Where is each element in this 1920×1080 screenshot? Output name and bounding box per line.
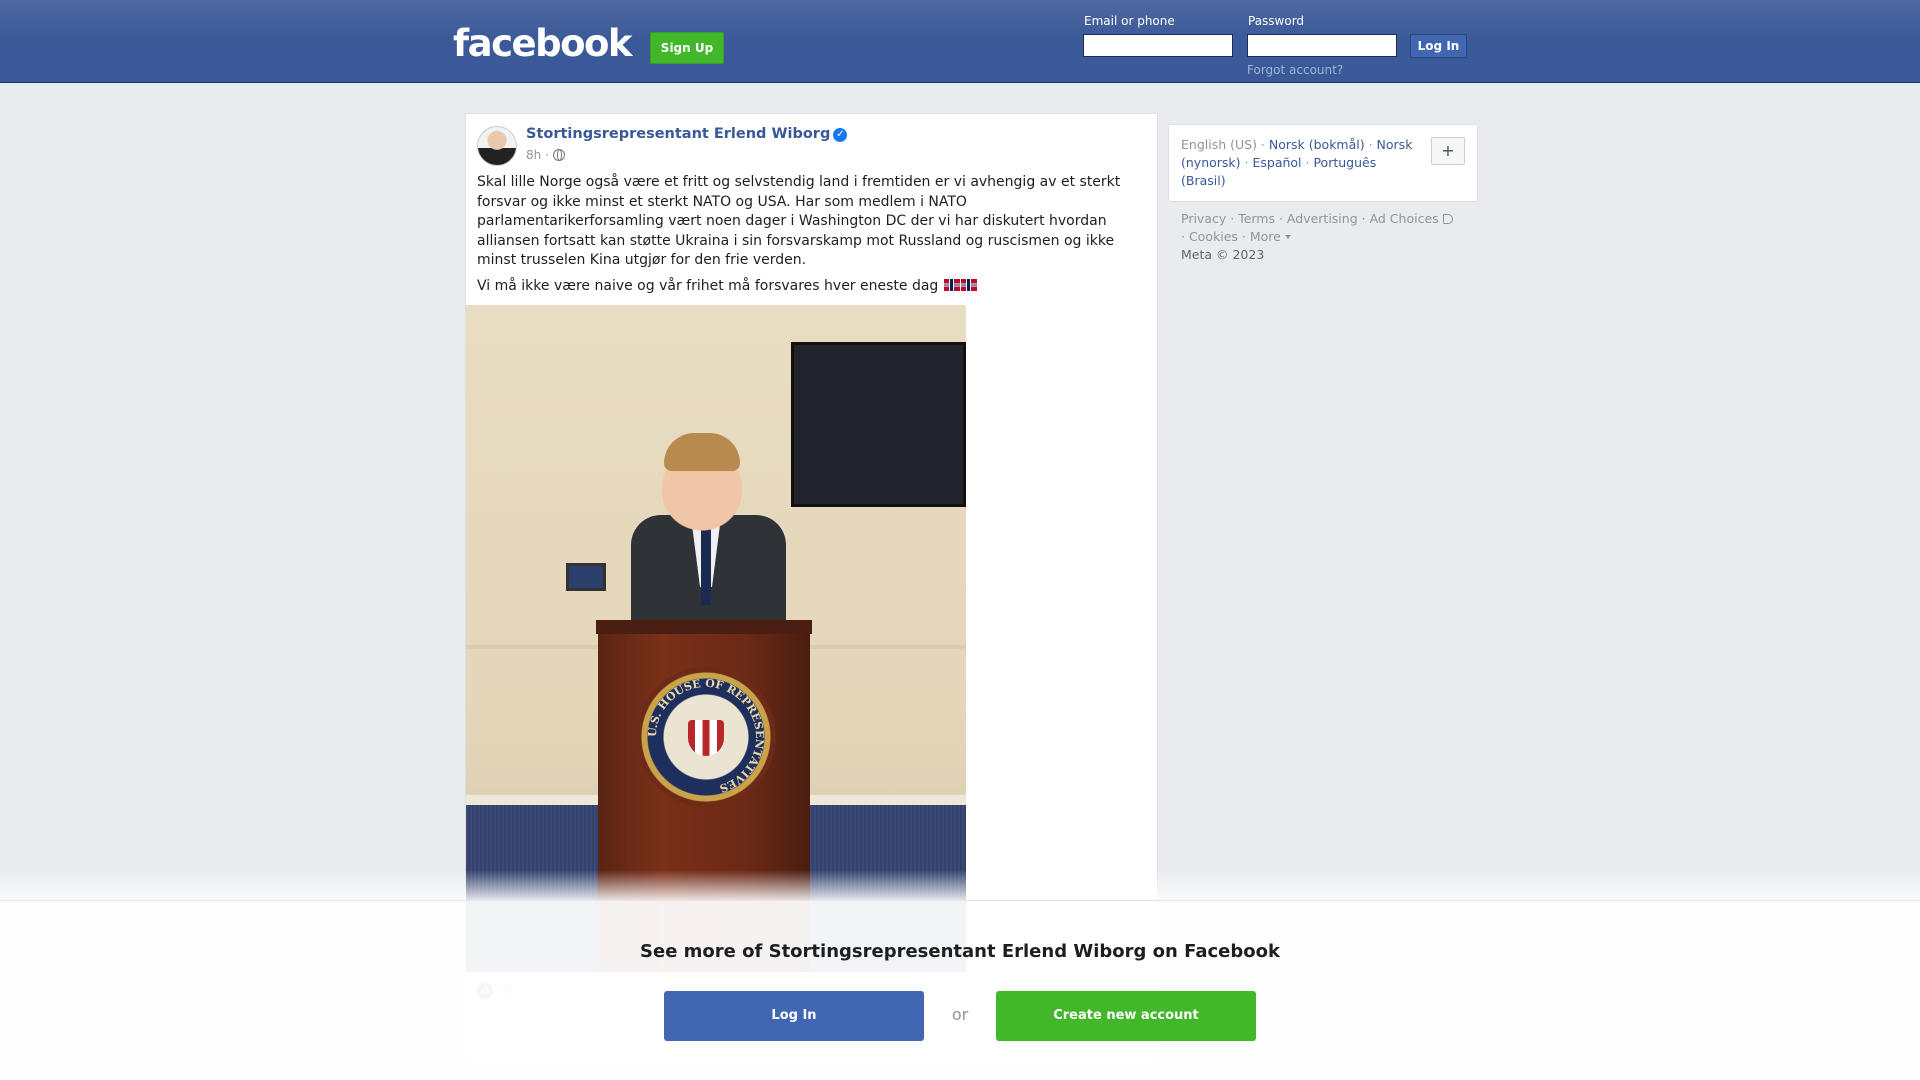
photo-person-tie [701,525,711,605]
photo-person-hair [664,433,740,471]
post-text: Skal lille Norge også være et fritt og s… [477,173,1147,302]
photo-wall-panel [566,563,606,591]
language-link-norsk-bokmal[interactable]: Norsk (bokmål) [1269,137,1365,152]
language-selector: English (US) · Norsk (bokmål) · Norsk (n… [1168,124,1478,202]
language-current: English (US) [1181,137,1257,152]
more-languages-button[interactable]: + [1431,137,1465,165]
ad-choices-label[interactable]: Ad Choices [1370,211,1439,226]
forgot-account-link[interactable]: Forgot account? [1247,63,1343,77]
photo-tv-screen [791,342,966,507]
separator: · [1357,211,1370,226]
post-paragraph-2-text: Vi må ikke være naive og vår frihet må f… [477,277,939,294]
separator: · [1301,155,1314,170]
post-meta: 8h · [526,148,565,162]
separator: · [1256,137,1269,152]
overlay-title: See more of Stortingsrepresentant Erlend… [640,941,1280,962]
footer-terms-link[interactable]: Terms [1238,211,1275,226]
overlay-or-text: or [951,1005,969,1024]
post-author-name[interactable]: Stortingsrepresentant Erlend Wiborg [526,126,830,142]
norway-flag-icon [960,278,977,291]
footer-links: Privacy · Terms · Advertising · Ad Choic… [1181,210,1481,264]
language-link-espanol[interactable]: Español [1252,155,1301,170]
norway-flag-icon [943,278,960,291]
meta-separator: · [545,148,553,162]
facebook-logo[interactable]: facebook [453,22,633,65]
post-author[interactable]: Stortingsrepresentant Erlend Wiborg ✓ [526,126,848,142]
more-label[interactable]: More [1250,229,1281,244]
signup-button[interactable]: Sign Up [650,32,724,64]
email-label: Email or phone [1084,14,1175,28]
footer-more-link[interactable]: More [1250,229,1291,244]
language-list: English (US) · Norsk (bokmål) · Norsk (n… [1181,136,1421,190]
globe-icon [552,149,565,161]
footer-privacy-link[interactable]: Privacy [1181,211,1226,226]
overlay-fade [0,870,1920,900]
separator: · [1240,155,1253,170]
post-paragraph-1: Skal lille Norge også være et fritt og s… [477,174,1121,268]
caret-down-icon [1284,235,1291,239]
footer-ad-choices-link[interactable]: Ad Choices [1370,211,1453,226]
email-field[interactable] [1083,34,1233,57]
top-bar: facebook Sign Up Email or phone Password… [0,0,1920,83]
login-prompt-overlay: See more of Stortingsrepresentant Erlend… [0,900,1920,1080]
photo-podium-top [596,620,812,634]
footer-advertising-link[interactable]: Advertising [1287,211,1358,226]
overlay-login-button[interactable]: Log In [664,991,924,1041]
password-field[interactable] [1247,34,1397,57]
copyright: Meta © 2023 [1181,247,1265,262]
eagle-shield-icon [688,720,724,756]
separator: · [1237,229,1250,244]
footer-links-row: Privacy · Terms · Advertising · Ad Choic… [1181,210,1481,246]
post-time[interactable]: 8h [526,148,541,162]
avatar[interactable] [477,126,517,166]
post-paragraph-2: Vi må ikke være naive og vår frihet må f… [477,277,1147,297]
separator: · [1226,211,1239,226]
ad-choices-icon [1442,214,1453,224]
create-account-button[interactable]: Create new account [996,991,1256,1041]
separator: · [1364,137,1377,152]
verified-badge-icon: ✓ [833,128,848,142]
separator: · [1181,229,1189,244]
password-label: Password [1248,14,1305,28]
footer-cookies-link[interactable]: Cookies [1189,229,1238,244]
login-button[interactable]: Log In [1410,34,1467,58]
separator: · [1275,211,1287,226]
